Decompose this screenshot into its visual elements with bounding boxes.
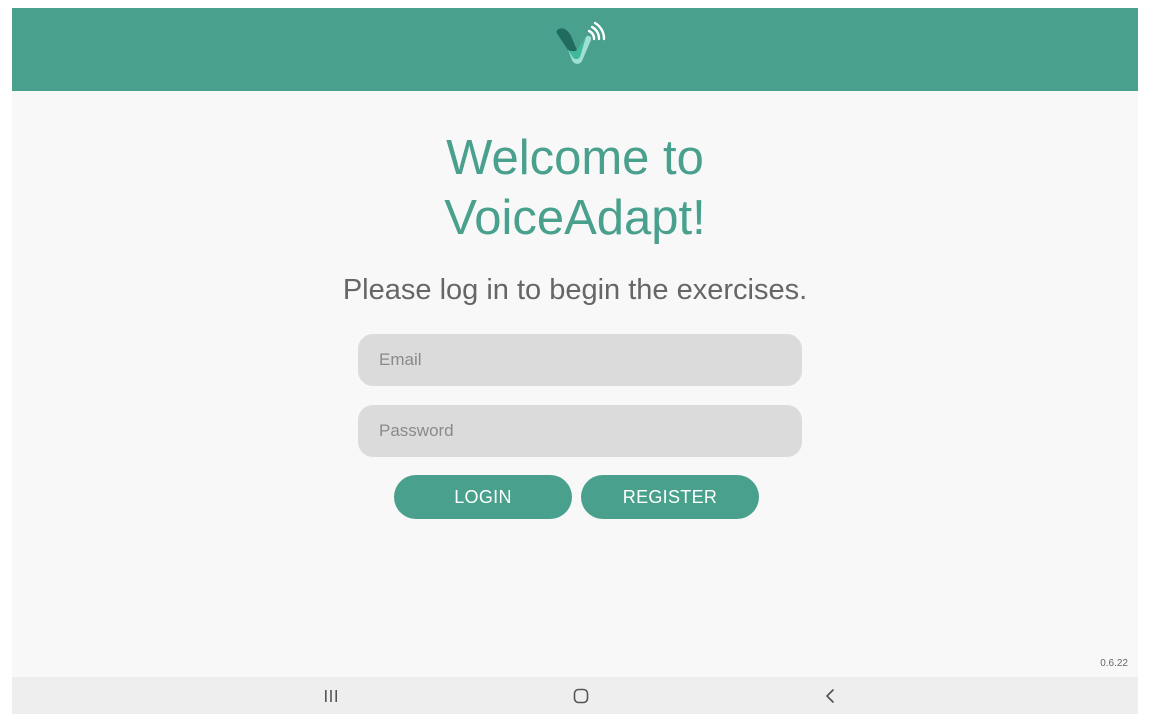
- back-button[interactable]: [810, 682, 850, 710]
- recents-icon: [325, 690, 337, 702]
- home-icon: [573, 688, 589, 704]
- app-header-bar: [12, 8, 1138, 91]
- home-button[interactable]: [561, 682, 601, 710]
- register-button[interactable]: REGISTER: [581, 475, 759, 519]
- back-icon: [826, 689, 834, 703]
- password-field[interactable]: [358, 405, 802, 457]
- app-version-label: 0.6.22: [1100, 658, 1128, 669]
- recents-button[interactable]: [311, 682, 351, 710]
- welcome-title-line2: VoiceAdapt!: [444, 191, 706, 245]
- login-button[interactable]: LOGIN: [394, 475, 572, 519]
- email-field[interactable]: [358, 334, 802, 386]
- login-instructions: Please log in to begin the exercises.: [342, 274, 808, 306]
- welcome-title-line1: Welcome to: [446, 131, 704, 185]
- app-screen: Welcome to VoiceAdapt! Please log in to …: [12, 8, 1138, 714]
- welcome-title: Welcome to VoiceAdapt!: [12, 128, 1138, 248]
- system-navigation-bar: [12, 677, 1138, 714]
- voiceadapt-logo-icon: [556, 21, 606, 64]
